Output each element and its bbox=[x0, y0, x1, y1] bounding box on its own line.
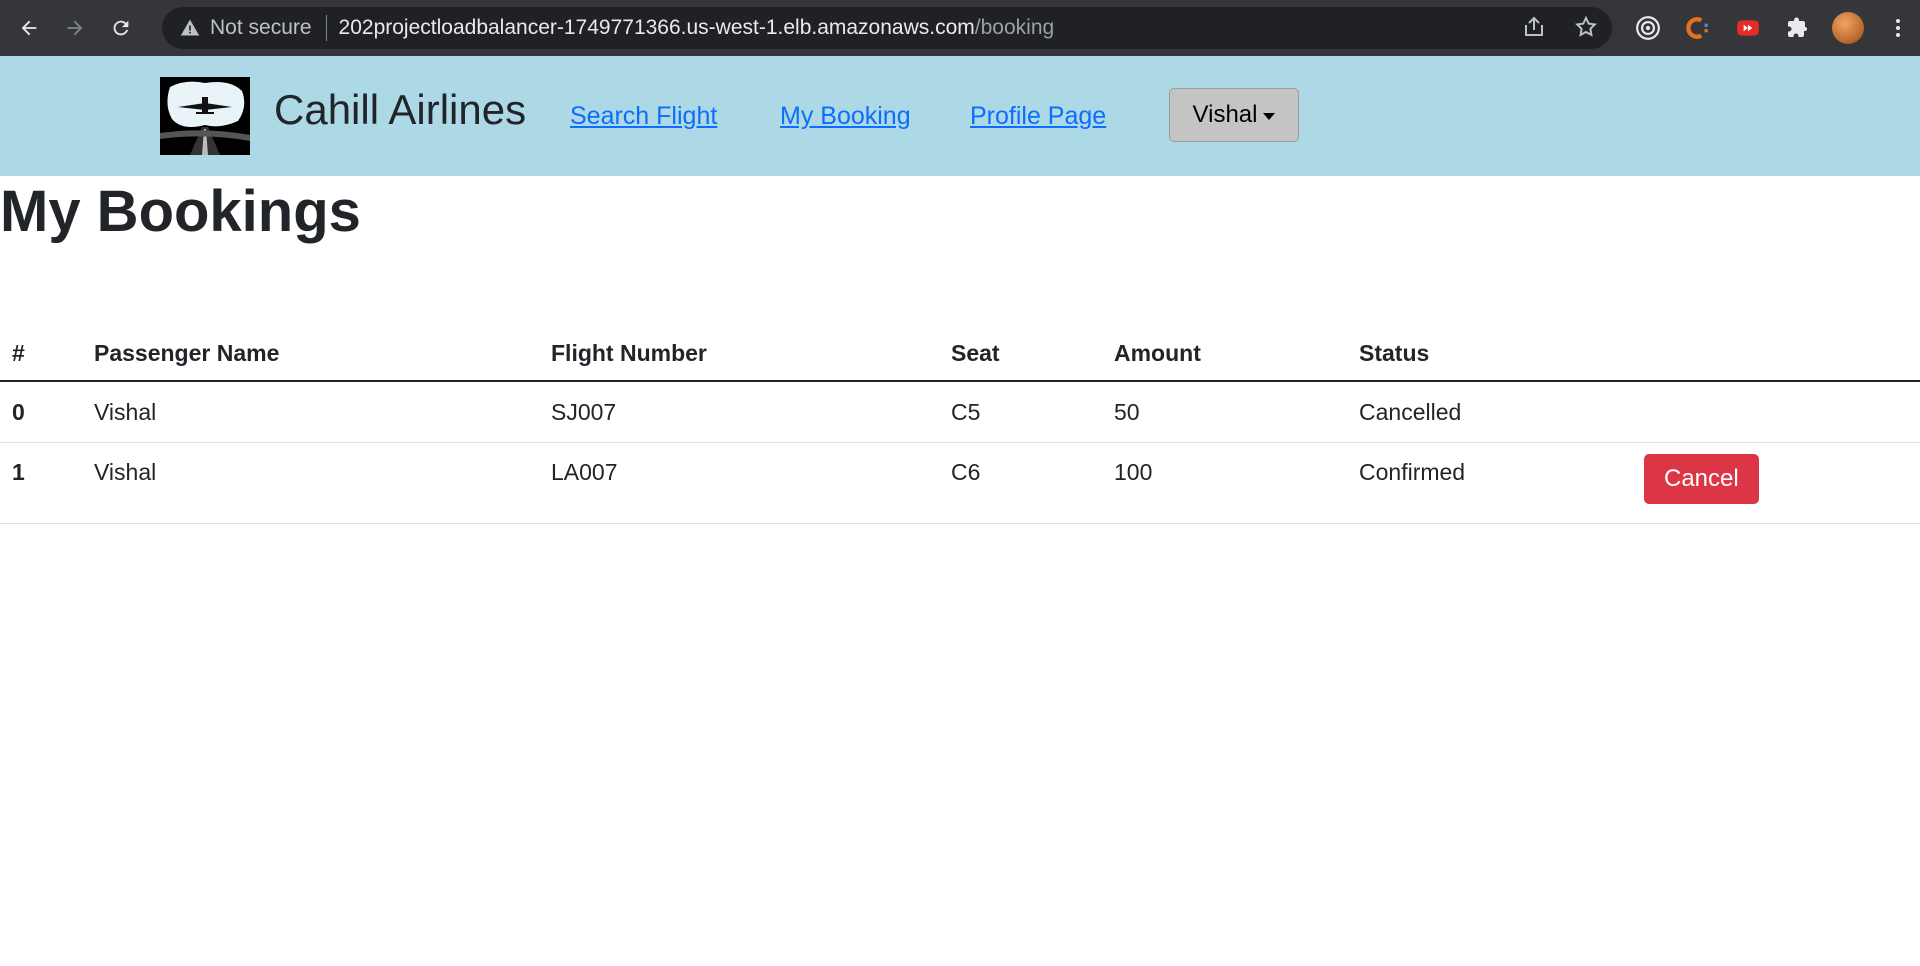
column-header bbox=[1632, 326, 1920, 382]
cell-index: 0 bbox=[0, 381, 82, 443]
forward-icon[interactable] bbox=[58, 11, 92, 45]
back-icon[interactable] bbox=[12, 11, 46, 45]
cell-status: Confirmed bbox=[1347, 442, 1632, 524]
extension-target-icon[interactable] bbox=[1632, 12, 1664, 44]
nav-my-booking[interactable]: My Booking bbox=[780, 102, 911, 131]
page-title: My Bookings bbox=[0, 179, 361, 244]
column-header: Flight Number bbox=[539, 326, 939, 382]
caret-down-icon bbox=[1263, 112, 1276, 120]
cell-action bbox=[1632, 381, 1920, 443]
nav-search-flight[interactable]: Search Flight bbox=[570, 102, 717, 131]
column-header: Amount bbox=[1102, 326, 1347, 382]
extensions-puzzle-icon[interactable] bbox=[1782, 12, 1814, 44]
airline-logo[interactable] bbox=[160, 77, 250, 155]
cell-amount: 100 bbox=[1102, 442, 1347, 524]
more-menu-icon[interactable] bbox=[1882, 12, 1914, 44]
profile-avatar[interactable] bbox=[1832, 12, 1864, 44]
table-header-row: # Passenger Name Flight Number Seat Amou… bbox=[0, 326, 1920, 382]
cell-seat: C6 bbox=[939, 442, 1102, 524]
column-header: Status bbox=[1347, 326, 1632, 382]
table-row: 1 Vishal LA007 C6 100 Confirmed Cancel bbox=[0, 442, 1920, 524]
user-dropdown-button[interactable]: Vishal bbox=[1169, 88, 1299, 142]
extension-youtube-icon[interactable] bbox=[1732, 12, 1764, 44]
table-row: 0 Vishal SJ007 C5 50 Cancelled bbox=[0, 381, 1920, 443]
cell-action: Cancel bbox=[1632, 442, 1920, 524]
cell-flight: SJ007 bbox=[539, 381, 939, 443]
reload-icon[interactable] bbox=[104, 11, 138, 45]
brand-name[interactable]: Cahill Airlines bbox=[274, 86, 526, 134]
cell-passenger: Vishal bbox=[82, 381, 539, 443]
cell-passenger: Vishal bbox=[82, 442, 539, 524]
divider bbox=[325, 15, 327, 41]
nav-profile-page[interactable]: Profile Page bbox=[970, 102, 1106, 131]
browser-toolbar: Not secure 202projectloadbalancer-174977… bbox=[0, 0, 1920, 56]
security-label: Not secure bbox=[210, 16, 312, 39]
cell-amount: 50 bbox=[1102, 381, 1347, 443]
bookmark-star-icon[interactable] bbox=[1574, 15, 1598, 44]
cell-status: Cancelled bbox=[1347, 381, 1632, 443]
user-name: Vishal bbox=[1192, 101, 1258, 128]
share-icon[interactable] bbox=[1522, 15, 1546, 44]
cell-index: 1 bbox=[0, 442, 82, 524]
column-header: Seat bbox=[939, 326, 1102, 382]
warning-icon[interactable] bbox=[180, 18, 200, 38]
url-host: 202projectloadbalancer-1749771366.us-wes… bbox=[338, 16, 975, 39]
cancel-booking-button[interactable]: Cancel bbox=[1644, 454, 1759, 504]
extension-c-icon[interactable] bbox=[1682, 12, 1714, 44]
cell-flight: LA007 bbox=[539, 442, 939, 524]
url-path: /booking bbox=[974, 16, 1055, 39]
bookings-table: # Passenger Name Flight Number Seat Amou… bbox=[0, 326, 1920, 524]
cell-seat: C5 bbox=[939, 381, 1102, 443]
address-bar[interactable]: Not secure 202projectloadbalancer-174977… bbox=[162, 7, 1612, 49]
column-header: # bbox=[0, 326, 82, 382]
column-header: Passenger Name bbox=[82, 326, 539, 382]
site-header: Cahill Airlines Search Flight My Booking… bbox=[0, 56, 1920, 176]
